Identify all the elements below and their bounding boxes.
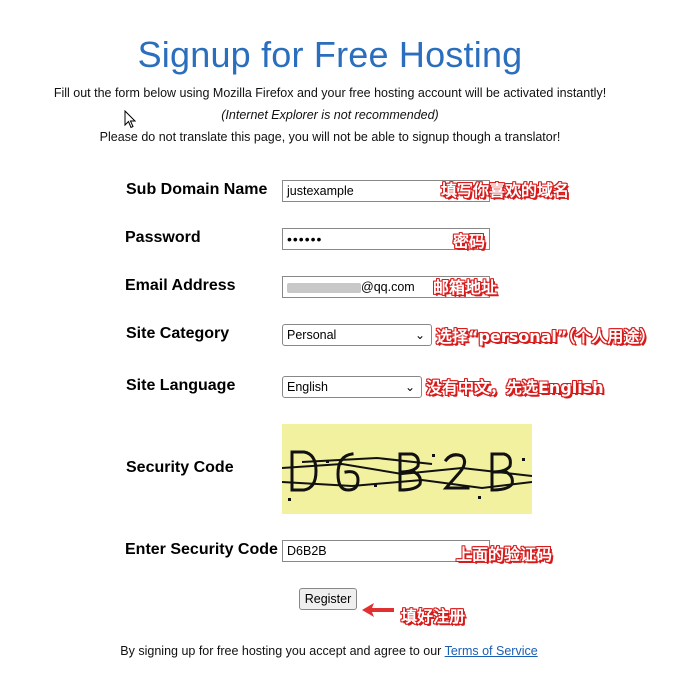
category-select[interactable]: Personal ⌄ <box>282 324 432 346</box>
register-annotation: 填好注册 <box>401 607 466 626</box>
browser-warning: (Internet Explorer is not recommended) <box>221 108 439 122</box>
mouse-pointer-icon <box>124 110 137 129</box>
category-selected-value: Personal <box>287 328 337 342</box>
footer: By signing up for free hosting you accep… <box>0 644 658 658</box>
email-label: Email Address <box>125 277 236 294</box>
chevron-down-icon: ⌄ <box>404 380 415 394</box>
language-annotation: 没有中文，先选English <box>426 378 604 397</box>
category-label: Site Category <box>126 325 230 342</box>
email-domain: @qq.com <box>361 280 415 294</box>
language-selected-value: English <box>287 380 328 394</box>
captcha-image <box>282 424 532 514</box>
terms-of-service-link[interactable]: Terms of Service <box>445 644 538 658</box>
enter-code-annotation: 上面的验证码 <box>456 545 553 564</box>
email-redacted-block <box>287 282 361 293</box>
chevron-down-icon: ⌄ <box>414 328 425 342</box>
red-arrow-icon <box>362 603 394 617</box>
register-button[interactable]: Register <box>299 588 357 610</box>
page-title: Signup for Free Hosting <box>137 34 523 75</box>
language-select[interactable]: English ⌄ <box>282 376 422 398</box>
email-annotation: 邮箱地址 <box>433 278 498 297</box>
security-code-label: Security Code <box>126 459 234 476</box>
password-annotation: 密码 <box>453 232 486 251</box>
enter-code-label: Enter Security Code <box>125 541 278 558</box>
password-label: Password <box>125 229 201 246</box>
footer-text: By signing up for free hosting you accep… <box>120 644 445 658</box>
translate-warning: Please do not translate this page, you w… <box>99 130 561 144</box>
intro-text: Fill out the form below using Mozilla Fi… <box>53 86 607 100</box>
category-annotation: 选择“personal”（个人用途） <box>436 327 656 346</box>
language-label: Site Language <box>126 377 236 394</box>
subdomain-annotation: 填写你喜欢的域名 <box>441 181 570 200</box>
subdomain-label: Sub Domain Name <box>126 181 268 198</box>
